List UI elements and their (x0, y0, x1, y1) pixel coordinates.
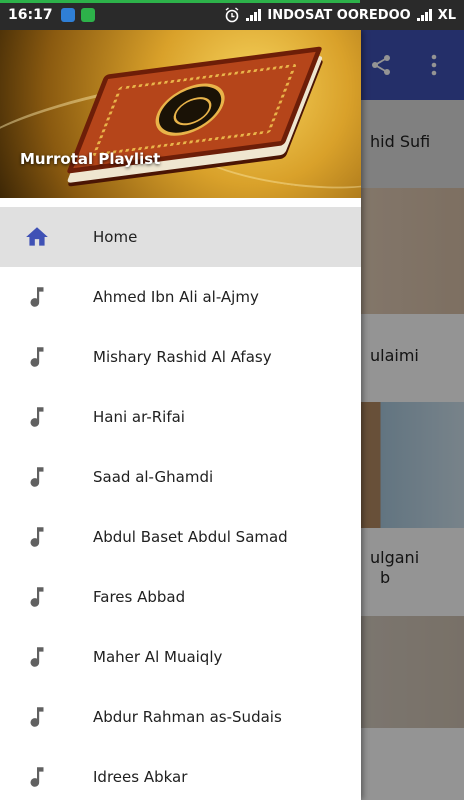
drawer-item-reciter[interactable]: Idrees Abkar (0, 747, 361, 800)
message-app-icon (80, 8, 95, 22)
music-note-icon (30, 407, 44, 427)
drawer-item-reciter[interactable]: Fares Abbad (0, 567, 361, 627)
drawer-item-reciter[interactable]: Mishary Rashid Al Afasy (0, 327, 361, 387)
screen: 16:17 INDOSAT OOREDOO XL hid Sufi ulaimi… (0, 0, 464, 800)
music-note-icon (30, 587, 44, 607)
drawer-item-label: Hani ar-Rifai (93, 408, 185, 426)
music-note-icon (30, 767, 44, 787)
home-icon (26, 227, 48, 246)
status-time: 16:17 (8, 7, 53, 23)
drawer-item-label: Abdul Baset Abdul Samad (93, 528, 288, 546)
cloud-app-icon (60, 8, 75, 22)
drawer-item-label: Abdur Rahman as-Sudais (93, 708, 282, 726)
drawer-item-reciter[interactable]: Saad al-Ghamdi (0, 447, 361, 507)
music-note-icon (30, 647, 44, 667)
drawer-item-home[interactable]: Home (0, 207, 361, 267)
drawer-item-reciter[interactable]: Abdur Rahman as-Sudais (0, 687, 361, 747)
drawer-item-label: Home (93, 228, 138, 246)
drawer-item-label: Maher Al Muaiqly (93, 648, 223, 666)
network-name: XL (437, 7, 456, 23)
drawer-item-reciter[interactable]: Ahmed Ibn Ali al-Ajmy (0, 267, 361, 327)
drawer-item-label: Saad al-Ghamdi (93, 468, 214, 486)
music-note-icon (30, 707, 44, 727)
signal-icon-2 (416, 9, 432, 21)
music-note-icon (30, 467, 44, 487)
alarm-icon (225, 7, 239, 23)
navigation-drawer: Murrotal Playlist Home Ahmed Ibn Ali al-… (0, 30, 361, 800)
drawer-item-reciter[interactable]: Hani ar-Rifai (0, 387, 361, 447)
drawer-item-reciter[interactable]: Maher Al Muaiqly (0, 627, 361, 687)
drawer-item-label: Fares Abbad (93, 588, 186, 606)
carrier-name: INDOSAT OOREDOO (267, 7, 411, 23)
drawer-menu: Home Ahmed Ibn Ali al-Ajmy Mishary Rashi… (0, 207, 361, 800)
drawer-title: Murrotal Playlist (20, 150, 161, 168)
music-note-icon (30, 527, 44, 547)
music-note-icon (30, 287, 44, 307)
drawer-item-label: Idrees Abkar (93, 768, 188, 786)
drawer-item-reciter[interactable]: Abdul Baset Abdul Samad (0, 507, 361, 567)
drawer-item-label: Mishary Rashid Al Afasy (93, 348, 272, 366)
status-accent-line (0, 0, 360, 3)
status-bar: 16:17 INDOSAT OOREDOO XL (0, 0, 464, 30)
drawer-item-label: Ahmed Ibn Ali al-Ajmy (93, 288, 259, 306)
status-right: INDOSAT OOREDOO XL (224, 7, 456, 23)
signal-icon (246, 9, 262, 21)
drawer-header: Murrotal Playlist (0, 30, 361, 198)
music-note-icon (30, 347, 44, 367)
